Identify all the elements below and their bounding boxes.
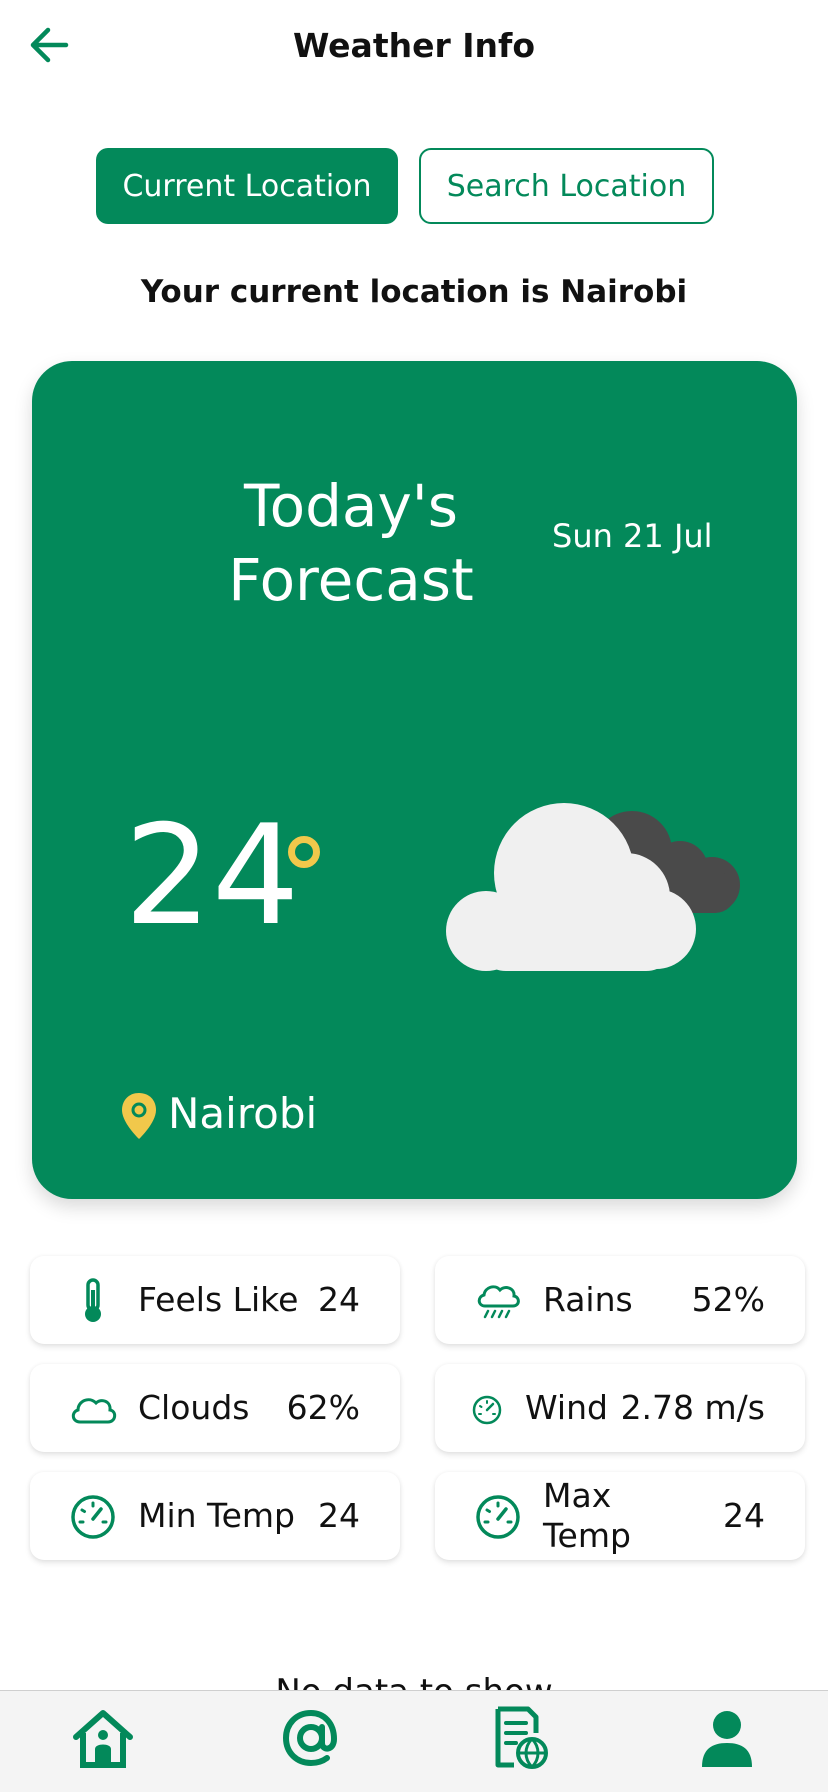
stat-label: Feels Like [138, 1280, 299, 1319]
at-icon[interactable] [276, 1703, 346, 1773]
stat-value: 24 [318, 1496, 360, 1535]
rain-cloud-icon [477, 1285, 520, 1319]
stat-tile-max-temp: Max Temp 24 [435, 1472, 805, 1560]
stat-label: Max Temp [543, 1476, 631, 1555]
current-location-message: Your current location is Nairobi [140, 274, 688, 310]
gauge-icon [472, 1395, 502, 1425]
stat-tile-wind: Wind 2.78 m/s [435, 1364, 805, 1452]
degree-symbol [288, 836, 320, 868]
gauge-icon [71, 1495, 115, 1539]
stat-value: 24 [723, 1496, 765, 1535]
home-icon[interactable] [68, 1703, 138, 1773]
search-location-button[interactable]: Search Location [419, 148, 714, 224]
profile-icon[interactable] [692, 1703, 762, 1773]
stat-tile-min-temp: Min Temp 24 [30, 1472, 400, 1560]
stat-label: Min Temp [138, 1496, 295, 1535]
stat-label: Clouds [138, 1388, 250, 1427]
cloud-icon [446, 803, 740, 971]
bottom-nav [0, 1690, 828, 1792]
gauge-icon [476, 1495, 520, 1539]
forecast-title: Today's Forecast [228, 472, 474, 614]
stat-value: 24 [318, 1280, 360, 1319]
stat-label: Wind [525, 1388, 608, 1427]
forecast-card: Today's Forecast Sun 21 Jul 24 Nairobi [32, 361, 797, 1199]
stat-tile-feels-like: Feels Like 24 [30, 1256, 400, 1344]
stat-value: 62% [286, 1388, 360, 1427]
stat-value: 2.78 m/s [620, 1388, 765, 1427]
stat-label: Rains [543, 1280, 633, 1319]
current-location-button[interactable]: Current Location [96, 148, 398, 224]
forecast-date: Sun 21 Jul [552, 517, 713, 555]
city-name: Nairobi [168, 1089, 318, 1138]
cloud-icon [71, 1398, 117, 1424]
stat-tile-rains: Rains 52% [435, 1256, 805, 1344]
thermometer-icon [85, 1278, 101, 1322]
document-globe-icon[interactable] [484, 1703, 554, 1773]
stat-tile-clouds: Clouds 62% [30, 1364, 400, 1452]
page-title: Weather Info [292, 26, 536, 65]
temperature-value: 24 [124, 795, 300, 956]
app-header: Weather Info [0, 0, 828, 92]
stat-value: 52% [691, 1280, 765, 1319]
location-pin-icon [122, 1093, 156, 1139]
